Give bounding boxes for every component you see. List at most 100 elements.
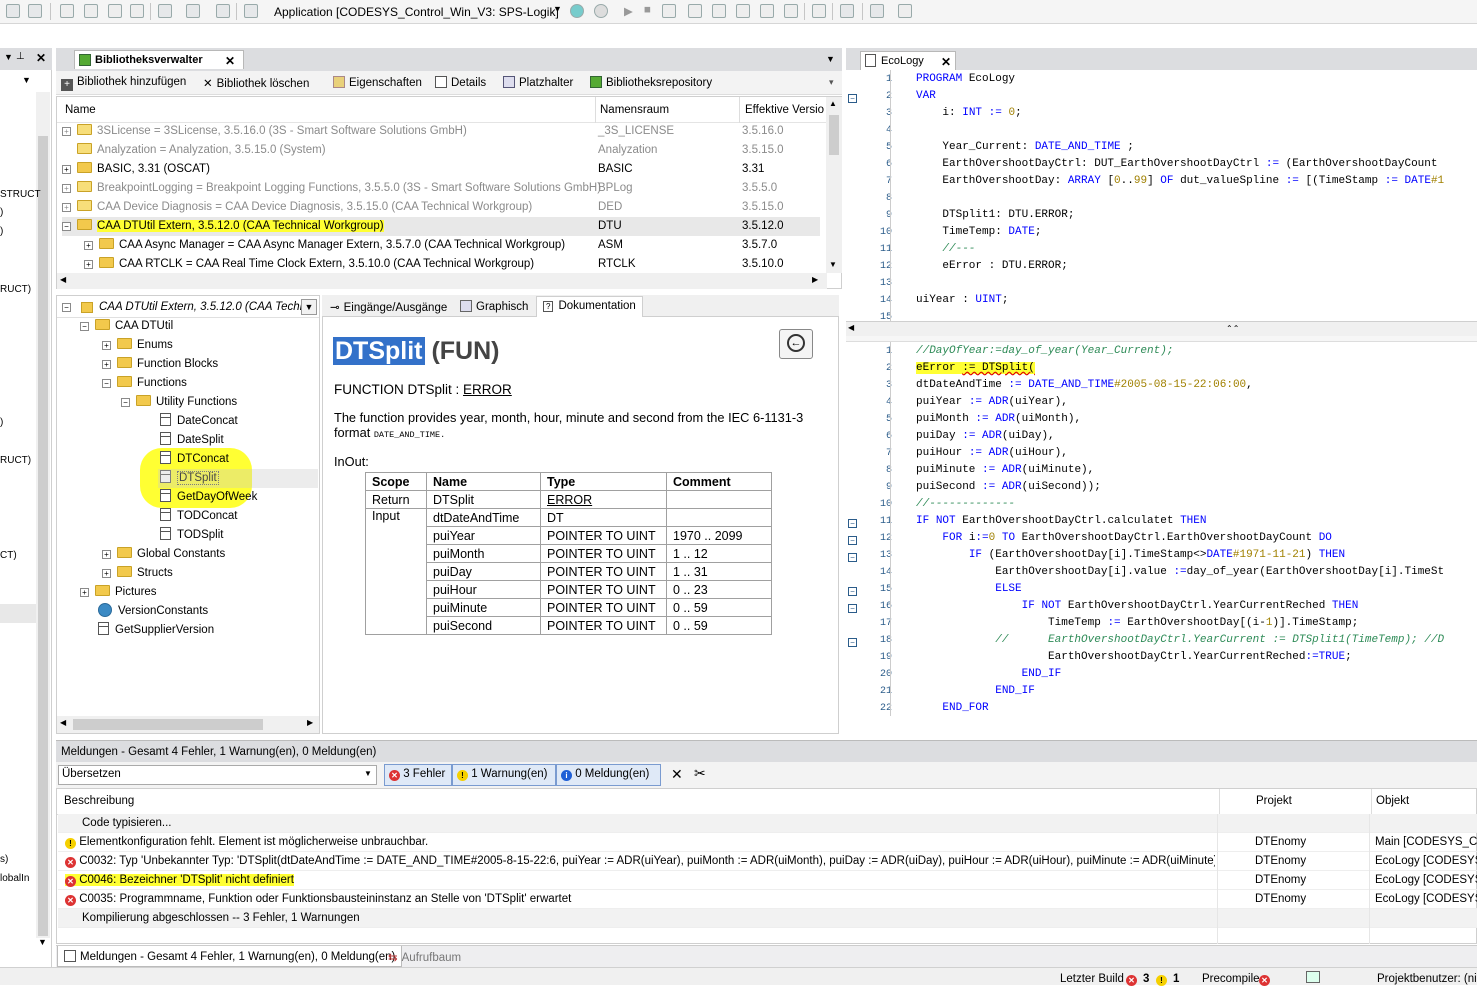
tree-item[interactable]: − CAA DTUtil <box>80 317 173 336</box>
message-row[interactable]: ✕ C0035: Programmname, Funktion oder Fun… <box>58 890 1477 909</box>
left-selected-row[interactable] <box>0 604 36 623</box>
library-row[interactable]: + CAA Device Diagnosis = CAA Device Diagn… <box>62 198 822 217</box>
export-icon[interactable] <box>216 4 230 18</box>
library-row[interactable]: Analyzation = Analyzation, 3.5.15.0 (Sys… <box>62 141 822 160</box>
implementation-editor[interactable]: 1 //DayOfYear:=day_of_year(Year_Current);… <box>846 342 1477 716</box>
clear-all-icon[interactable]: ✂ <box>694 765 706 782</box>
tree-item[interactable]: VersionConstants <box>98 602 208 621</box>
library-hscrollbar[interactable]: ◀ ▶ <box>57 273 827 289</box>
write-values-icon[interactable] <box>840 4 854 18</box>
close-icon[interactable]: ✕ <box>225 54 235 68</box>
back-button[interactable]: ← <box>779 329 813 359</box>
tree-item[interactable]: − Functions <box>102 374 187 393</box>
tab-library-manager[interactable]: Bibliotheksverwalter ✕ <box>74 50 244 69</box>
column-namespace[interactable]: Namensraum <box>600 104 669 116</box>
fold-icon[interactable]: − <box>848 536 857 545</box>
tree-item[interactable]: + Structs <box>102 564 173 583</box>
message-row[interactable]: Kompilierung abgeschlossen -- 3 Fehler, … <box>58 909 1477 928</box>
column-name[interactable]: Name <box>65 104 96 116</box>
close-icon[interactable]: ✕ <box>36 51 46 65</box>
tree-item[interactable]: GetSupplierVersion <box>98 621 214 640</box>
window-icon[interactable] <box>158 4 172 18</box>
placeholders-button[interactable]: Platzhalter <box>503 76 573 89</box>
fold-icon[interactable]: − <box>848 94 857 103</box>
library-row[interactable]: + CAA Async Manager = CAA Async Manager E… <box>62 236 822 255</box>
unforce-icon[interactable] <box>898 4 912 18</box>
pin-icon[interactable]: ⊥ <box>16 51 25 62</box>
details-button[interactable]: Details <box>435 76 486 89</box>
tree-root-dropdown[interactable]: − CAA DTUtil Extern, 3.5.12.0 (CAA Techn… <box>57 296 319 318</box>
clear-messages-icon[interactable]: ✕ <box>671 766 683 783</box>
tab-call-tree[interactable]: ⇆ Aufrufbaum <box>382 946 467 967</box>
tree-item[interactable]: + Global Constants <box>102 545 225 564</box>
tab-messages[interactable]: Meldungen - Gesamt 4 Fehler, 1 Warnung(e… <box>57 946 403 967</box>
scroll-down-icon[interactable]: ▼ <box>38 937 47 947</box>
step-over-icon[interactable] <box>688 4 702 18</box>
bookmark-icon[interactable] <box>60 4 74 18</box>
column-description[interactable]: Beschreibung <box>64 795 134 807</box>
filter-errors-toggle[interactable]: ✕ 3 Fehler <box>384 764 452 786</box>
panel-menu-icon[interactable]: ▼ <box>4 52 13 62</box>
chevron-down-icon[interactable]: ▾ <box>829 77 834 88</box>
message-row[interactable]: ✕ C0032: Typ 'Unbekannter Typ: 'DTSplit(… <box>58 852 1477 871</box>
tree-item[interactable]: + Function Blocks <box>102 355 218 374</box>
column-version[interactable]: Effektive Versio <box>745 104 824 116</box>
fold-icon[interactable]: − <box>848 553 857 562</box>
type-link[interactable]: ERROR <box>463 382 512 397</box>
library-row[interactable]: +3SLicense = 3SLicense, 3.5.16.0 (3S - S… <box>62 122 822 141</box>
library-row[interactable]: + BreakpointLogging = Breakpoint Logging … <box>62 179 822 198</box>
tab-ecology[interactable]: EcoLogy ✕ <box>860 51 956 70</box>
tree-item[interactable]: − Utility Functions <box>121 393 237 412</box>
message-row[interactable]: Code typisieren... <box>58 814 1477 833</box>
library-row-selected[interactable]: − CAA DTUtil Extern, 3.5.12.0 (CAA Techni… <box>62 217 820 236</box>
scroll-down-icon[interactable]: ▼ <box>22 75 31 85</box>
filter-warnings-toggle[interactable]: ! 1 Warnung(en) <box>452 764 556 786</box>
tree-item[interactable]: DateConcat <box>160 412 238 431</box>
tab-documentation[interactable]: ? Dokumentation <box>536 296 643 317</box>
library-repository-button[interactable]: Bibliotheksrepository <box>590 76 712 89</box>
message-row[interactable]: ! Elementkonfiguration fehlt. Element is… <box>58 833 1477 852</box>
reset-icon[interactable] <box>662 4 676 18</box>
start-icon[interactable]: ▶ <box>624 4 633 18</box>
tree-item[interactable]: DTConcat <box>160 450 229 469</box>
add-library-button[interactable]: + Bibliothek hinzufügen <box>61 76 186 91</box>
fold-icon[interactable]: − <box>848 587 857 596</box>
step-into-icon[interactable] <box>712 4 726 18</box>
run-to-cursor-icon[interactable] <box>760 4 774 18</box>
library-row[interactable]: + BASIC, 3.31 (OSCAT) BASIC 3.31 <box>62 160 822 179</box>
stop-icon[interactable]: ■ <box>644 4 651 16</box>
force-values-icon[interactable] <box>870 4 884 18</box>
message-row[interactable]: ✕ C0046: Bezeichner 'DTSplit' nicht defi… <box>58 871 1477 890</box>
library-scrollbar[interactable]: ▲ ▼ <box>826 97 842 273</box>
editor-splitter[interactable]: ◀ ⌃⌃ <box>846 322 1477 336</box>
column-project[interactable]: Projekt <box>1256 795 1292 807</box>
bookmark-clear-icon[interactable] <box>130 4 144 18</box>
tree-item[interactable]: + Pictures <box>80 583 157 602</box>
tree-item[interactable]: + Enums <box>102 336 173 355</box>
tab-graphical[interactable]: Graphisch <box>456 298 532 317</box>
show-next-icon[interactable] <box>812 4 826 18</box>
message-category-select[interactable]: Übersetzen ▼ <box>58 765 377 785</box>
login-icon[interactable] <box>570 4 584 18</box>
grid-icon[interactable] <box>186 4 200 18</box>
user-icon[interactable] <box>1306 971 1320 983</box>
fold-icon[interactable]: − <box>848 638 857 647</box>
filter-infos-toggle[interactable]: i 0 Meldung(en) <box>556 764 661 786</box>
fold-icon[interactable]: − <box>848 519 857 528</box>
properties-button[interactable]: Eigenschaften <box>333 76 422 89</box>
library-row[interactable]: + CAA RTCLK = CAA Real Time Clock Extern,… <box>62 255 822 274</box>
tree-item[interactable]: TODConcat <box>160 507 238 526</box>
tab-inputs-outputs[interactable]: ⊸ Eingänge/Ausgänge <box>326 298 451 317</box>
declaration-editor[interactable]: 1 PROGRAM EcoLogy 2 VAR 3 i: INT := 0; 4 5 Yea… <box>846 70 1477 322</box>
close-icon[interactable]: ✕ <box>941 55 951 69</box>
column-object[interactable]: Objekt <box>1376 795 1409 807</box>
set-next-icon[interactable] <box>784 4 798 18</box>
chevron-down-icon[interactable]: ▼ <box>553 4 562 14</box>
chevron-down-icon[interactable]: ▼ <box>826 54 835 64</box>
fold-icon[interactable]: − <box>848 604 857 613</box>
tree-hscrollbar[interactable]: ◀ ▶ <box>57 716 319 733</box>
type-link[interactable]: ERROR <box>540 490 667 509</box>
tree-item[interactable]: TODSplit <box>160 526 223 545</box>
tree-item[interactable]: GetDayOfWeek <box>160 488 257 507</box>
bookmark-next-icon[interactable] <box>108 4 122 18</box>
